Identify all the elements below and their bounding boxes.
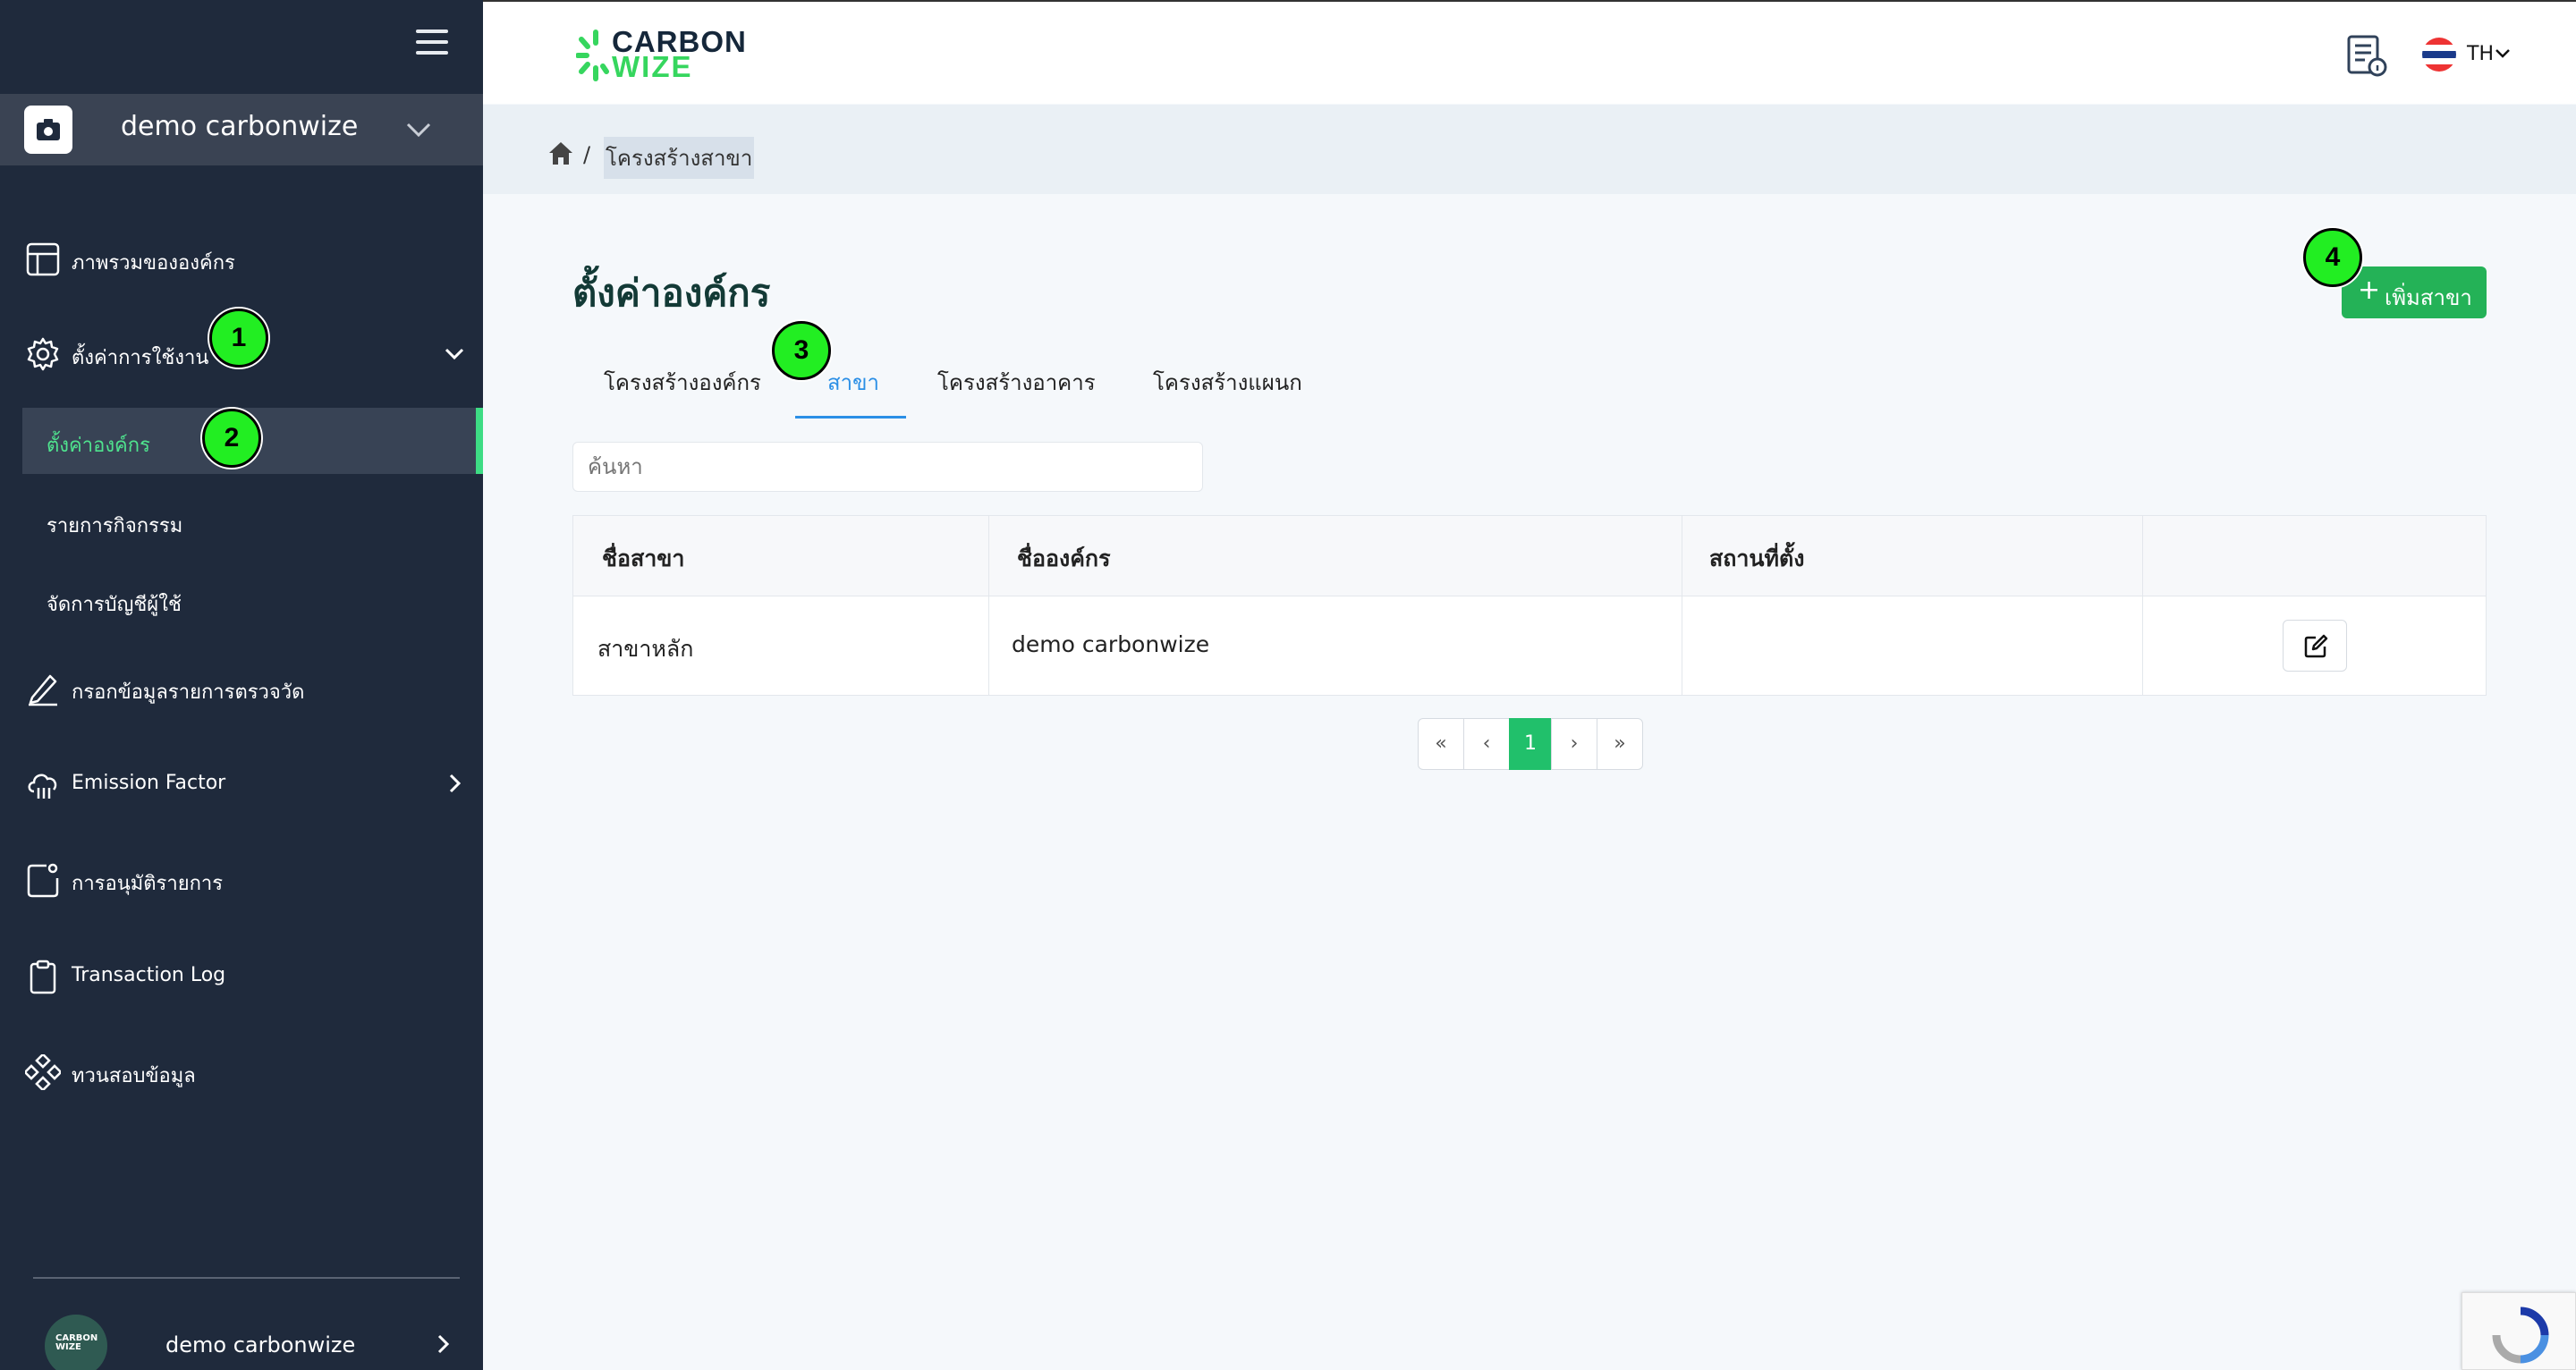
diamond-grid-icon bbox=[25, 1054, 61, 1090]
sidebar-item-label: กรอกข้อมูลรายการตรวจวัด bbox=[72, 681, 305, 704]
table-header: ชื่อสาขา ชื่อองค์กร สถานที่ตั้ง bbox=[573, 516, 2486, 596]
language-selector[interactable]: TH bbox=[2422, 38, 2512, 73]
sidebar-subitem-user-accounts[interactable]: จัดการบัญชีผู้ใช้ bbox=[22, 567, 483, 633]
edit-button[interactable] bbox=[2283, 620, 2347, 672]
tab-department-structure[interactable]: โครงสร้างแผนก bbox=[1153, 365, 1302, 400]
sidebar-item-label: Emission Factor bbox=[72, 772, 226, 794]
column-header-location[interactable]: สถานที่ตั้ง bbox=[1709, 541, 1804, 577]
first-page-button[interactable]: « bbox=[1418, 718, 1464, 770]
prev-page-button[interactable]: ‹ bbox=[1463, 718, 1510, 770]
search-input[interactable] bbox=[572, 442, 1203, 492]
tab-building-structure[interactable]: โครงสร้างอาคาร bbox=[937, 365, 1096, 400]
sidebar-item-emission-factor[interactable]: Emission Factor bbox=[0, 752, 483, 815]
active-tab-indicator bbox=[795, 416, 906, 419]
sidebar-item-label: รายการกิจกรรม bbox=[47, 515, 183, 537]
column-divider bbox=[988, 516, 989, 695]
cell-org-name: demo carbonwize bbox=[1012, 631, 1210, 657]
branches-table: ชื่อสาขา ชื่อองค์กร สถานที่ตั้ง สาขาหลัก… bbox=[572, 515, 2487, 696]
user-name: demo carbonwize bbox=[165, 1332, 356, 1357]
home-icon[interactable] bbox=[547, 140, 574, 165]
avatar-logo-text: CARBON WIZE bbox=[55, 1333, 98, 1352]
pagination: « ‹ 1 › » bbox=[1418, 718, 1643, 770]
sidebar-item-label: ตั้งค่าการใช้งาน bbox=[72, 347, 209, 369]
organization-name: demo carbonwize bbox=[121, 111, 359, 142]
camera-icon bbox=[24, 106, 72, 154]
plus-icon: + bbox=[2358, 275, 2381, 306]
chevron-right-icon bbox=[449, 774, 462, 793]
hamburger-menu-icon[interactable] bbox=[416, 30, 448, 55]
sidebar-subitem-activities[interactable]: รายการกิจกรรม bbox=[22, 488, 483, 554]
step-marker-3: 3 bbox=[772, 321, 831, 380]
breadcrumb: / โครงสร้างสาขา bbox=[483, 105, 2576, 194]
gear-icon bbox=[27, 337, 59, 371]
clipboard-icon bbox=[30, 960, 56, 994]
tab-branches[interactable]: สาขา bbox=[827, 365, 879, 400]
sidebar-divider bbox=[33, 1277, 460, 1279]
sidebar-item-label: จัดการบัญชีผู้ใช้ bbox=[47, 594, 182, 616]
recaptcha-badge[interactable] bbox=[2462, 1292, 2576, 1370]
sidebar-item-label: การอนุมัติรายการ bbox=[72, 873, 224, 895]
add-branch-label: เพิ่มสาขา bbox=[2385, 285, 2472, 310]
sidebar-item-label: ตั้งค่าองค์กร bbox=[47, 435, 150, 457]
column-header-org-name[interactable]: ชื่อองค์กร bbox=[1017, 541, 1111, 577]
sidebar-item-approvals[interactable]: การอนุมัติรายการ bbox=[0, 848, 483, 910]
language-code: TH bbox=[2467, 43, 2494, 65]
sparkle-logo-icon bbox=[576, 30, 609, 81]
sidebar-item-label: ภาพรวมขององค์กร bbox=[72, 252, 235, 275]
cell-branch-name: สาขาหลัก bbox=[597, 636, 694, 662]
sidebar-item-transaction-log[interactable]: Transaction Log bbox=[0, 944, 483, 1007]
column-divider bbox=[2142, 516, 2143, 695]
step-marker-2: 2 bbox=[202, 409, 261, 468]
sidebar: demo carbonwize ภาพรวมขององค์กร ตั้งค่าก… bbox=[0, 0, 483, 1370]
layout-icon bbox=[26, 242, 60, 276]
sidebar-item-overview[interactable]: ภาพรวมขององค์กร bbox=[0, 227, 483, 290]
recaptcha-icon bbox=[2492, 1307, 2549, 1364]
sidebar-item-verification[interactable]: ทวนสอบข้อมูล bbox=[0, 1040, 483, 1103]
column-header-branch-name[interactable]: ชื่อสาขา bbox=[602, 541, 684, 577]
page-title: ตั้งค่าองค์กร bbox=[572, 271, 771, 315]
document-info-icon[interactable] bbox=[2345, 33, 2388, 78]
top-bar: CARBON WIZE TH bbox=[483, 0, 2576, 104]
sidebar-item-data-entry[interactable]: กรอกข้อมูลรายการตรวจวัด bbox=[0, 656, 483, 719]
cloud-icon bbox=[28, 774, 57, 799]
user-profile[interactable]: CARBON WIZE demo carbonwize bbox=[0, 1315, 483, 1370]
edit-icon bbox=[2304, 634, 2328, 658]
last-page-button[interactable]: » bbox=[1597, 718, 1643, 770]
chevron-right-icon bbox=[437, 1334, 450, 1354]
add-branch-button[interactable]: + เพิ่มสาขา bbox=[2342, 266, 2487, 318]
chevron-down-icon bbox=[2496, 49, 2510, 58]
sidebar-item-label: ทวนสอบข้อมูล bbox=[72, 1065, 196, 1087]
step-marker-4: 4 bbox=[2303, 228, 2362, 287]
step-marker-1: 1 bbox=[209, 309, 268, 368]
chevron-down-icon bbox=[445, 348, 464, 360]
chevron-down-icon bbox=[406, 123, 431, 138]
approval-icon bbox=[27, 863, 59, 898]
avatar: CARBON WIZE bbox=[45, 1315, 107, 1370]
next-page-button[interactable]: › bbox=[1551, 718, 1597, 770]
tab-org-structure[interactable]: โครงสร้างองค์กร bbox=[604, 365, 761, 400]
breadcrumb-separator: / bbox=[583, 142, 591, 167]
page-button-current[interactable]: 1 bbox=[1509, 718, 1552, 770]
brand-name-line2: WIZE bbox=[612, 50, 693, 83]
sidebar-item-label: Transaction Log bbox=[72, 964, 226, 986]
breadcrumb-current: โครงสร้างสาขา bbox=[604, 137, 755, 179]
pencil-icon bbox=[29, 674, 57, 706]
organization-switcher[interactable]: demo carbonwize bbox=[0, 94, 483, 165]
thai-flag-icon bbox=[2422, 38, 2456, 72]
